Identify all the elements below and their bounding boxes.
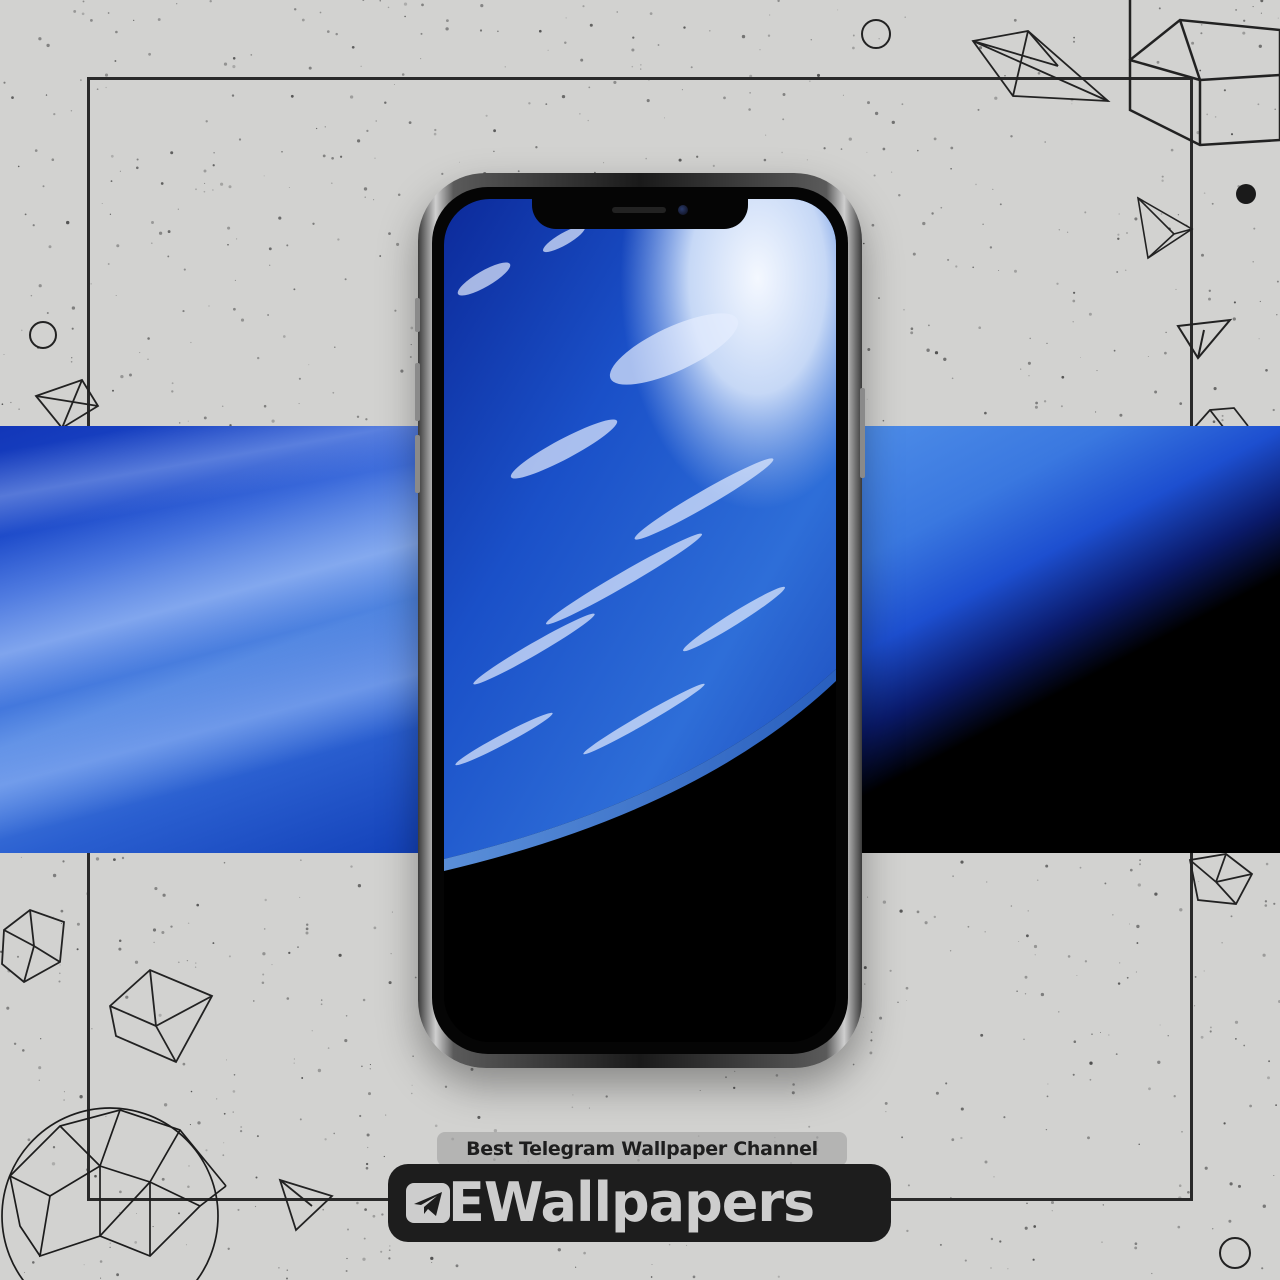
doodle-circle-left: [29, 321, 57, 349]
doodle-pentagon-left: [1, 908, 65, 984]
doodle-geodesic-sphere: [1, 1107, 227, 1280]
phone-volume-up-button: [415, 363, 420, 421]
doodle-pyramid-left: [34, 378, 100, 430]
phone-speaker: [612, 207, 666, 213]
phone-side-button: [415, 298, 420, 332]
wallpaper-band-right: [840, 426, 1280, 853]
brand-name: EWallpapers: [448, 1171, 815, 1234]
phone-volume-down-button: [415, 435, 420, 493]
doodle-cube-top-right: [1128, 0, 1280, 147]
tagline-text: Best Telegram Wallpaper Channel: [466, 1138, 818, 1160]
brand-badge: EWallpapers: [388, 1164, 891, 1242]
phone-mockup: [415, 173, 865, 1068]
doodle-triangle-bottom: [278, 1178, 334, 1232]
phone-bezel: [432, 187, 848, 1054]
doodle-polyhedron-right-low: [1188, 853, 1254, 905]
doodle-pyramid-right: [1136, 196, 1194, 260]
doodle-cube-left: [109, 968, 214, 1064]
doodle-triangle-right: [1176, 318, 1233, 360]
doodle-dot-right: [1236, 184, 1256, 204]
doodle-circle-top: [861, 19, 891, 49]
wallpaper-band-left: [0, 426, 440, 853]
phone-notch: [532, 199, 748, 229]
doodle-circle-bottom: [1219, 1237, 1251, 1269]
phone-power-button: [860, 388, 865, 478]
earth-wallpaper: [444, 199, 836, 1042]
telegram-icon: [406, 1183, 450, 1223]
tagline-pill: Best Telegram Wallpaper Channel: [437, 1132, 847, 1166]
front-camera-icon: [678, 205, 688, 215]
phone-screen: [444, 199, 836, 1042]
doodle-crystal-top: [971, 30, 1111, 103]
